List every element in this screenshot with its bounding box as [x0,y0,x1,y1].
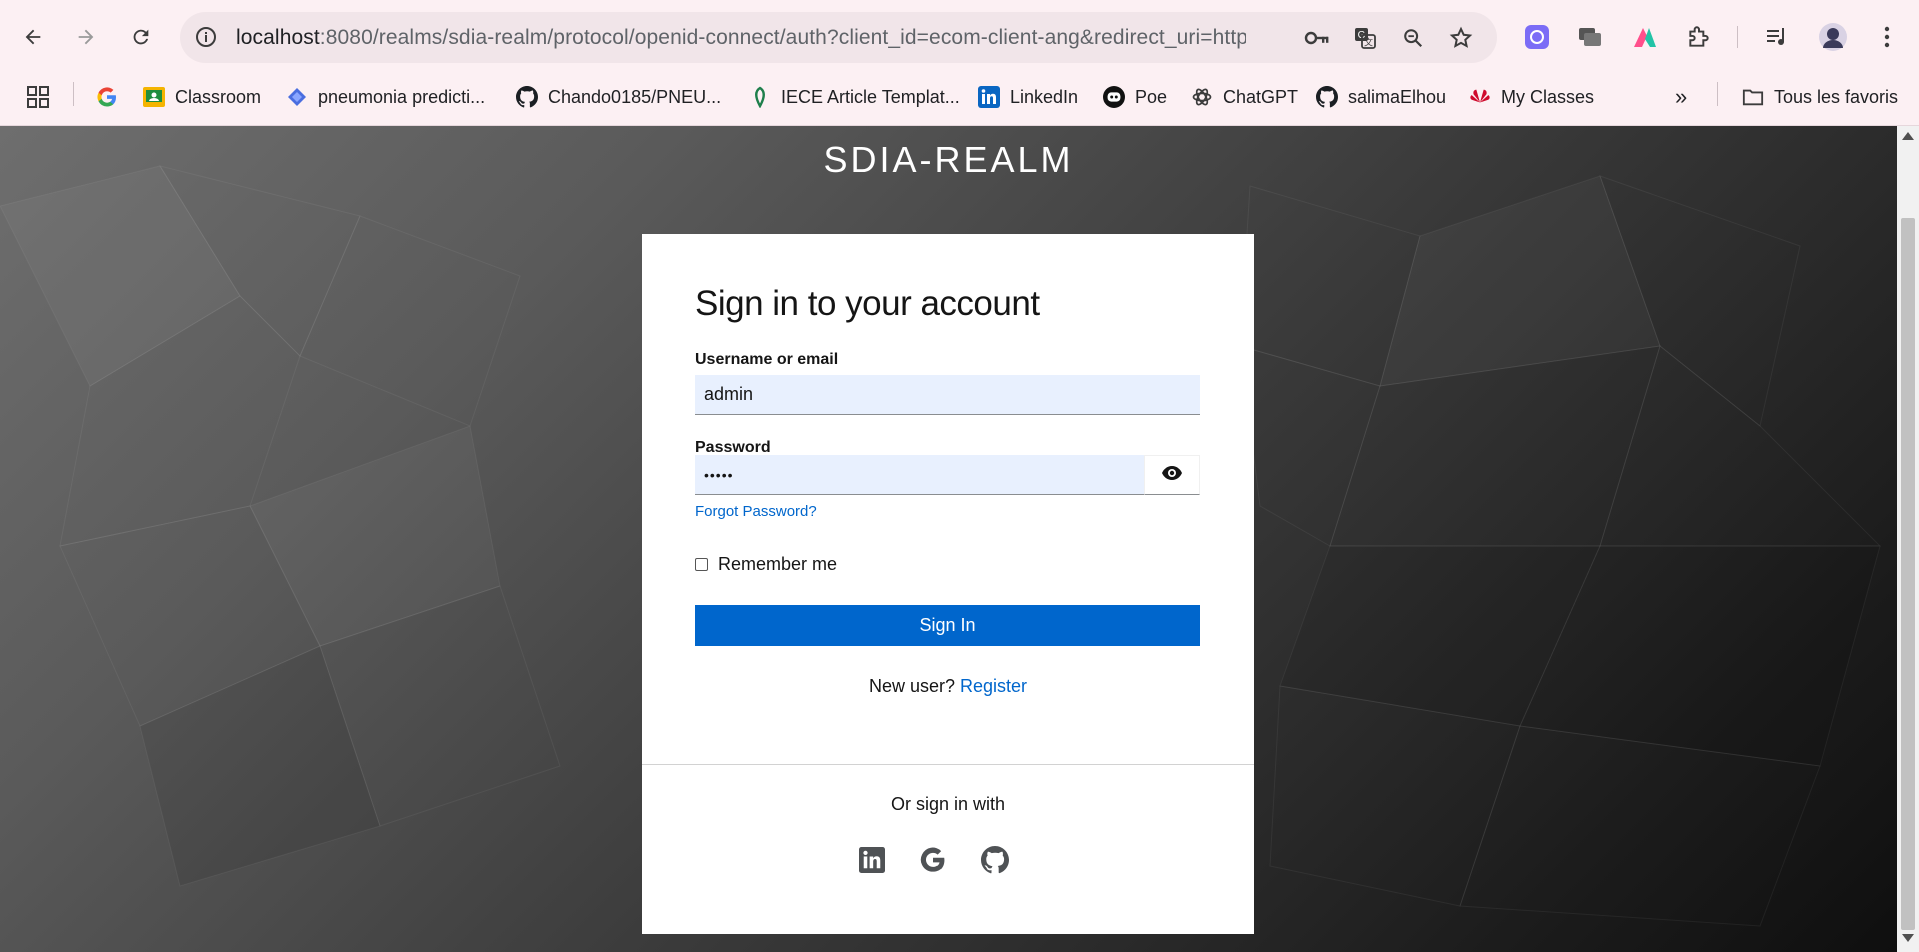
remember-me-label[interactable]: Remember me [718,554,837,575]
url-host: localhost [236,26,320,49]
poe-icon [1103,86,1125,108]
bookmark-label: pneumonia predicti... [318,86,486,107]
apps-grid-icon[interactable] [27,82,49,112]
url-text[interactable]: localhost:8080/realms/sdia-realm/protoco… [236,26,1246,50]
svg-text:文: 文 [1364,37,1373,49]
bookmark-poe[interactable]: Poe [1103,82,1167,112]
google-icon [96,86,118,108]
eye-icon [1161,465,1183,486]
huawei-icon [1469,86,1491,108]
bookmark-label: LinkedIn [1010,86,1079,107]
bookmark-label: salimaElhou [1348,86,1447,107]
bookmark-classroom[interactable]: Classroom [143,82,261,112]
sign-in-button[interactable]: Sign In [695,605,1200,646]
google-icon [919,846,947,879]
bookmarks-bar: Classroom pneumonia predicti... Chando01… [0,74,1919,126]
new-user-row: New user? Register [642,676,1254,697]
github-icon [1316,86,1338,108]
pneumonia-icon [286,86,308,108]
zoom-icon[interactable] [1400,25,1426,51]
register-link[interactable]: Register [960,676,1027,696]
github-login-button[interactable] [980,845,1010,879]
bookmark-linkedin[interactable]: LinkedIn [978,82,1078,112]
profile-avatar-icon[interactable] [1818,22,1848,52]
google-bookmark[interactable] [96,82,118,112]
url-path: :8080/realms/sdia-realm/protocol/openid-… [319,26,1246,49]
login-card: Sign in to your account Username or emai… [642,234,1254,934]
bookmark-pneumonia[interactable]: pneumonia predicti... [286,82,485,112]
classroom-icon [143,86,165,108]
bookmark-label: Poe [1135,86,1168,107]
bookmarks-separator [73,82,74,106]
browser-menu-icon[interactable] [1872,22,1902,52]
iece-icon [749,86,771,108]
forgot-password-link[interactable]: Forgot Password? [695,503,817,520]
new-user-text: New user? [868,676,955,696]
bookmark-iece[interactable]: IECE Article Templat... [749,82,960,112]
scrollbar-thumb[interactable] [1901,218,1915,930]
username-input[interactable] [695,375,1200,415]
bookmark-star-icon[interactable] [1448,25,1474,51]
back-icon[interactable] [16,20,50,54]
forward-icon[interactable] [69,20,103,54]
bookmark-chando[interactable]: Chando0185/PNEU... [516,82,721,112]
extensions-puzzle-icon[interactable] [1684,22,1714,52]
bookmark-salimaelhou[interactable]: salimaElhou [1316,82,1446,112]
bookmark-chatgpt[interactable]: ChatGPT [1191,82,1298,112]
chatgpt-icon [1191,86,1213,108]
show-password-button[interactable] [1144,455,1200,495]
remember-me-row: Remember me [695,554,837,575]
extension-purple-icon[interactable] [1522,22,1552,52]
card-divider [642,764,1254,765]
login-page: SDIA-REALM Sign in to your account Usern… [0,126,1897,952]
realm-title: SDIA-REALM [823,139,1074,180]
reload-icon[interactable] [124,20,158,54]
linkedin-icon [978,86,1000,108]
github-icon [516,86,538,108]
scroll-up-arrow-icon[interactable] [1902,132,1914,140]
password-input[interactable] [695,455,1144,495]
bookmark-label: IECE Article Templat... [781,86,960,107]
bookmark-label: My Classes [1501,86,1595,107]
linkedin-icon [859,846,885,878]
page-scrollbar[interactable] [1897,126,1919,952]
google-login-button[interactable] [918,847,948,877]
scroll-down-arrow-icon[interactable] [1902,934,1914,942]
all-bookmarks-folder[interactable]: Tous les favoris [1742,82,1898,112]
github-icon [981,845,1009,879]
address-bar[interactable]: localhost:8080/realms/sdia-realm/protoco… [180,12,1497,63]
extension-monica-icon[interactable] [1630,22,1660,52]
site-info-icon[interactable] [194,25,218,54]
media-control-icon[interactable] [1762,22,1792,52]
page-title: Sign in to your account [695,284,1040,323]
bookmark-label: Chando0185/PNEU... [548,86,722,107]
all-bookmarks-label: Tous les favoris [1774,86,1899,107]
browser-toolbar: localhost:8080/realms/sdia-realm/protoco… [0,0,1919,74]
bookmark-label: Classroom [175,86,262,107]
bookmarks-separator [1717,82,1718,106]
bookmark-my-classes[interactable]: My Classes [1469,82,1594,112]
username-label: Username or email [695,351,839,368]
toolbar-separator [1737,26,1738,48]
folder-icon [1742,86,1764,108]
or-sign-in-with-text: Or sign in with [890,794,1006,814]
bookmarks-overflow-button[interactable]: » [1675,82,1687,112]
linkedin-login-button[interactable] [857,846,887,878]
password-key-icon[interactable] [1304,25,1330,51]
extension-window-icon[interactable] [1575,22,1605,52]
bookmark-label: ChatGPT [1223,86,1299,107]
translate-icon[interactable]: G文 [1352,25,1378,51]
password-field-group [695,455,1200,495]
remember-me-checkbox[interactable] [695,558,708,571]
